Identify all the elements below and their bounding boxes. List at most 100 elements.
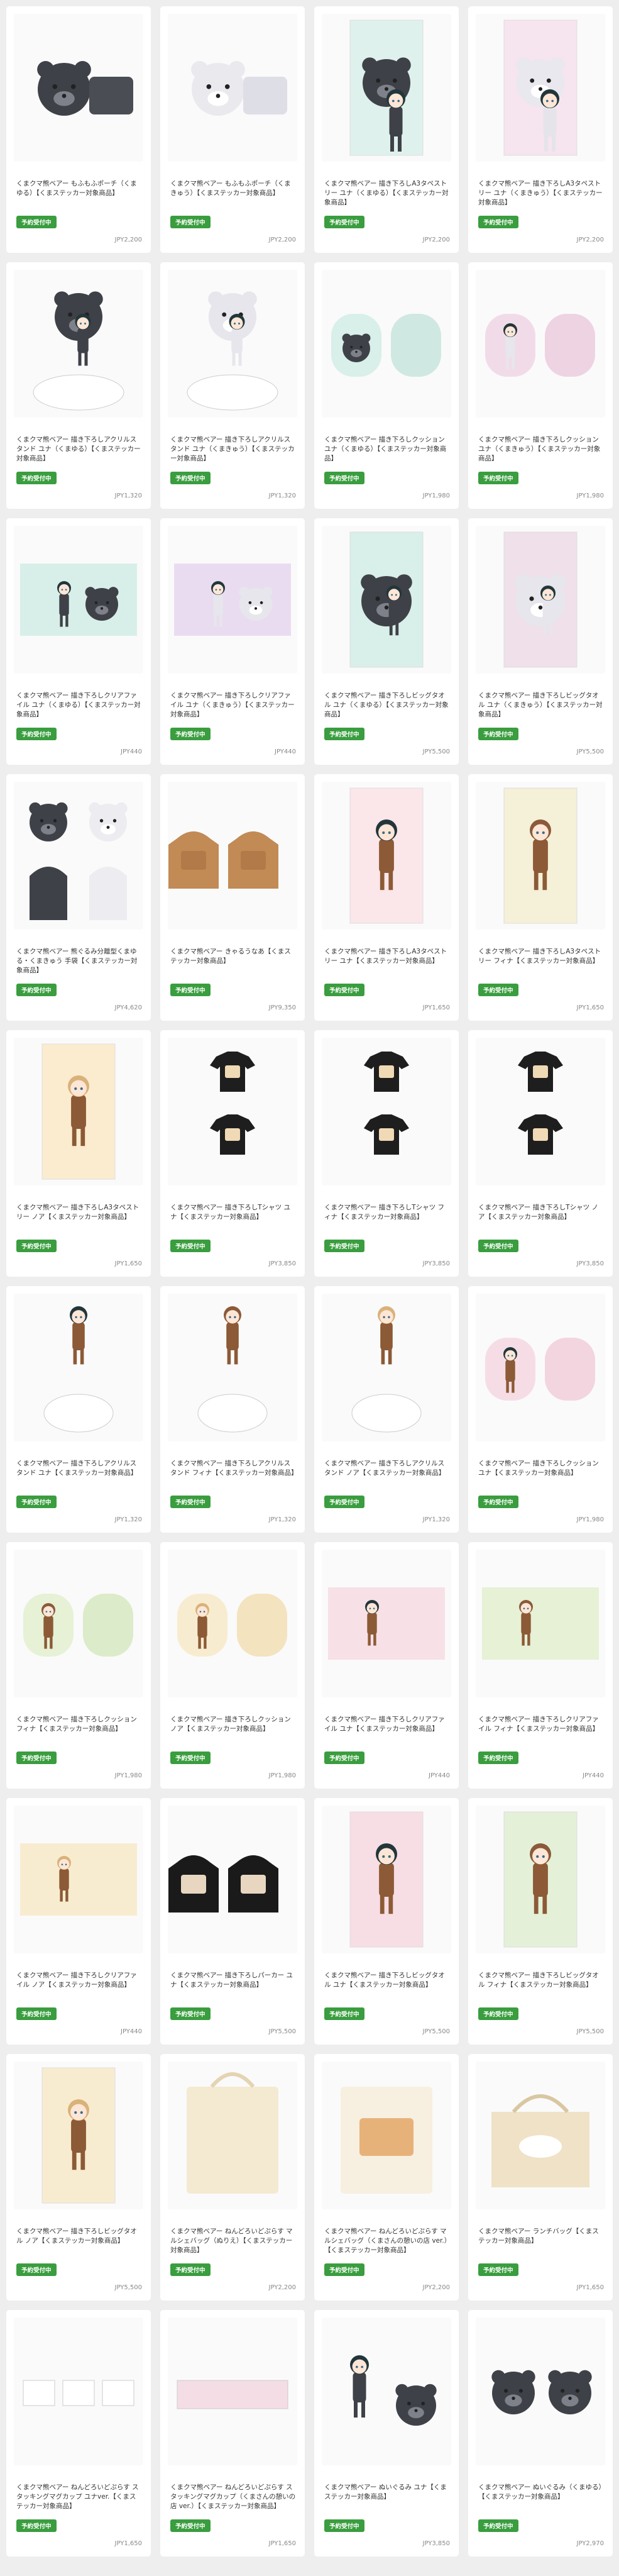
product-image[interactable] (168, 782, 297, 930)
product-card[interactable]: くまクマ熊ベアー 描き下ろしTシャツ フィナ【くまステッカー対象商品】 予約受付中… (314, 1030, 459, 1277)
product-image[interactable] (168, 270, 297, 418)
product-image[interactable] (476, 14, 605, 162)
product-title[interactable]: くまクマ熊ベアー 描き下ろしクリアファイル フィナ【くまステッカー対象商品】 (478, 1715, 604, 1734)
product-image[interactable] (168, 2062, 297, 2209)
product-card[interactable]: くまクマ熊ベアー 描き下ろしクリアファイル フィナ【くまステッカー対象商品】 予約… (468, 1542, 613, 1789)
product-card[interactable]: くまクマ熊ベアー 描き下ろしA3タペストリー ユナ【くまステッカー対象商品】 予約… (314, 774, 459, 1021)
product-image[interactable] (14, 1294, 143, 1441)
product-card[interactable]: くまクマ熊ベアー 描き下ろしA3タペストリー ノア【くまステッカー対象商品】 予約… (6, 1030, 151, 1277)
product-title[interactable]: くまクマ熊ベアー きゃるうなあ【くまステッカー対象商品】 (170, 947, 296, 966)
product-image[interactable] (476, 1294, 605, 1441)
product-image[interactable] (168, 1038, 297, 1185)
product-title[interactable]: くまクマ熊ベアー 描き下ろしクリアファイル ノア【くまステッカー対象商品】 (16, 1971, 142, 1990)
product-title[interactable]: くまクマ熊ベアー 描き下ろしアクリルスタンド ユナ（くまきゅう）【くまステッカー… (170, 435, 296, 464)
product-card[interactable]: くまクマ熊ベアー 描き下ろしA3タペストリー ユナ（くまゆる）【くまステッカー対… (314, 6, 459, 253)
product-title[interactable]: くまクマ熊ベアー 描き下ろしクッション ユナ（くまきゅう）【くまステッカー対象商… (478, 435, 604, 464)
product-image[interactable] (476, 526, 605, 674)
product-title[interactable]: くまクマ熊ベアー 描き下ろしTシャツ フィナ【くまステッカー対象商品】 (324, 1203, 450, 1222)
product-title[interactable]: くまクマ熊ベアー ぬいぐるみ ユナ【くまステッカー対象商品】 (324, 2483, 450, 2502)
product-title[interactable]: くまクマ熊ベアー 描き下ろしA3タペストリー フィナ【くまステッカー対象商品】 (478, 947, 604, 966)
product-card[interactable]: くまクマ熊ベアー 描き下ろしTシャツ ノア【くまステッカー対象商品】 予約受付中 J… (468, 1030, 613, 1277)
product-image[interactable] (476, 270, 605, 418)
product-card[interactable]: くまクマ熊ベアー 描き下ろしアクリルスタンド ユナ【くまステッカー対象商品】 予約… (6, 1286, 151, 1533)
product-image[interactable] (14, 2318, 143, 2465)
product-card[interactable]: くまクマ熊ベアー ねんどろいどぷらす スタッキングマグカップ（くまさんの憩いの店… (160, 2310, 305, 2557)
product-card[interactable]: くまクマ熊ベアー 描き下ろしTシャツ ユナ【くまステッカー対象商品】 予約受付中 J… (160, 1030, 305, 1277)
product-card[interactable]: くまクマ熊ベアー ぬいぐるみ（くまゆる）【くまステッカー対象商品】 予約受付中 JP… (468, 2310, 613, 2557)
product-image[interactable] (14, 2062, 143, 2209)
product-title[interactable]: くまクマ熊ベアー 描き下ろしアクリルスタンド ユナ（くまゆる）【くまステッカー対… (16, 435, 142, 464)
product-card[interactable]: くまクマ熊ベアー 描き下ろしクリアファイル ユナ【くまステッカー対象商品】 予約受… (314, 1542, 459, 1789)
product-card[interactable]: くまクマ熊ベアー 描き下ろしクリアファイル ノア【くまステッカー対象商品】 予約受… (6, 1798, 151, 2045)
product-card[interactable]: くまクマ熊ベアー 描き下ろしアクリルスタンド ユナ（くまゆる）【くまステッカー対… (6, 262, 151, 509)
product-card[interactable]: くまクマ熊ベアー ねんどろいどぷらす スタッキングマグカップ ユナver.【くま… (6, 2310, 151, 2557)
product-card[interactable]: くまクマ熊ベアー 描き下ろしパーカー ユナ【くまステッカー対象商品】 予約受付中 J… (160, 1798, 305, 2045)
product-image[interactable] (168, 526, 297, 674)
product-title[interactable]: くまクマ熊ベアー 描き下ろしビッグタオル ユナ【くまステッカー対象商品】 (324, 1971, 450, 1990)
product-image[interactable] (14, 1038, 143, 1185)
product-title[interactable]: くまクマ熊ベアー 描き下ろしTシャツ ノア【くまステッカー対象商品】 (478, 1203, 604, 1222)
product-image[interactable] (322, 1550, 451, 1697)
product-image[interactable] (322, 14, 451, 162)
product-title[interactable]: くまクマ熊ベアー 描き下ろしA3タペストリー ユナ（くまゆる）【くまステッカー対… (324, 179, 450, 208)
product-card[interactable]: くまクマ熊ベアー 描き下ろしビッグタオル ユナ（くまゆる）【くまステッカー対象商… (314, 518, 459, 765)
product-card[interactable]: くまクマ熊ベアー 描き下ろしクッション ノア【くまステッカー対象商品】 予約受付中… (160, 1542, 305, 1789)
product-card[interactable]: くまクマ熊ベアー 描き下ろしアクリルスタンド フィナ【くまステッカー対象商品】予… (160, 1286, 305, 1533)
product-title[interactable]: くまクマ熊ベアー 描き下ろしA3タペストリー ユナ（くまきゅう）【くまステッカー… (478, 179, 604, 208)
product-image[interactable] (476, 1038, 605, 1185)
product-image[interactable] (168, 2318, 297, 2465)
product-image[interactable] (476, 2318, 605, 2465)
product-image[interactable] (476, 1806, 605, 1953)
product-card[interactable]: くまクマ熊ベアー 描き下ろしA3タペストリー フィナ【くまステッカー対象商品】予… (468, 774, 613, 1021)
product-title[interactable]: くまクマ熊ベアー 描き下ろしクッション ノア【くまステッカー対象商品】 (170, 1715, 296, 1734)
product-image[interactable] (168, 1806, 297, 1953)
product-image[interactable] (14, 14, 143, 162)
product-title[interactable]: くまクマ熊ベアー 描き下ろしクッション ユナ【くまステッカー対象商品】 (478, 1459, 604, 1478)
product-title[interactable]: くまクマ熊ベアー 描き下ろしアクリルスタンド ユナ【くまステッカー対象商品】 (16, 1459, 142, 1478)
product-title[interactable]: くまクマ熊ベアー ねんどろいどぷらす スタッキングマグカップ ユナver.【くま… (16, 2483, 142, 2511)
product-card[interactable]: くまクマ熊ベアー 描き下ろしアクリルスタンド ノア【くまステッカー対象商品】 予約… (314, 1286, 459, 1533)
product-title[interactable]: くまクマ熊ベアー 描き下ろしクリアファイル ユナ【くまステッカー対象商品】 (324, 1715, 450, 1734)
product-image[interactable] (322, 782, 451, 930)
product-image[interactable] (168, 1294, 297, 1441)
product-card[interactable]: くまクマ熊ベアー 描き下ろしクッション ユナ（くまきゅう）【くまステッカー対象商… (468, 262, 613, 509)
product-card[interactable]: くまクマ熊ベアー 描き下ろしクッション ユナ【くまステッカー対象商品】 予約受付中… (468, 1286, 613, 1533)
product-card[interactable]: くまクマ熊ベアー 描き下ろしビッグタオル ノア【くまステッカー対象商品】 予約受付… (6, 2054, 151, 2301)
product-card[interactable]: くまクマ熊ベアー きゃるうなあ【くまステッカー対象商品】 予約受付中 JPY9,35… (160, 774, 305, 1021)
product-card[interactable]: くまクマ熊ベアー 描き下ろしクリアファイル ユナ（くまきゅう）【くまステッカー対… (160, 518, 305, 765)
product-card[interactable]: くまクマ熊ベアー ぬいぐるみ ユナ【くまステッカー対象商品】 予約受付中 JPY3,… (314, 2310, 459, 2557)
product-card[interactable]: くまクマ熊ベアー 描き下ろしビッグタオル ユナ（くまきゅう）【くまステッカー対象… (468, 518, 613, 765)
product-card[interactable]: くまクマ熊ベアー ねんどろいどぷらす マルシェバッグ（くまさんの憩いの店 ver… (314, 2054, 459, 2301)
product-card[interactable]: くまクマ熊ベアー 描き下ろしビッグタオル フィナ【くまステッカー対象商品】 予約受… (468, 1798, 613, 2045)
product-image[interactable] (322, 270, 451, 418)
product-image[interactable] (476, 782, 605, 930)
product-title[interactable]: くまクマ熊ベアー もふもふポーチ（くまきゅう）【くまステッカー対象商品】 (170, 179, 296, 198)
product-card[interactable]: くまクマ熊ベアー ランチバッグ【くまステッカー対象商品】 予約受付中 JPY1,65… (468, 2054, 613, 2301)
product-title[interactable]: くまクマ熊ベアー 描き下ろしパーカー ユナ【くまステッカー対象商品】 (170, 1971, 296, 1990)
product-title[interactable]: くまクマ熊ベアー 描き下ろしクッション フィナ【くまステッカー対象商品】 (16, 1715, 142, 1734)
product-image[interactable] (476, 1550, 605, 1697)
product-card[interactable]: くまクマ熊ベアー もふもふポーチ（くまきゅう）【くまステッカー対象商品】 予約受付… (160, 6, 305, 253)
product-image[interactable] (14, 782, 143, 930)
product-title[interactable]: くまクマ熊ベアー 描き下ろしクリアファイル ユナ（くまゆる）【くまステッカー対象… (16, 691, 142, 719)
product-image[interactable] (14, 526, 143, 674)
product-card[interactable]: くまクマ熊ベアー ねんどろいどぷらす マルシェバッグ（ぬりえ）【くまステッカー対… (160, 2054, 305, 2301)
product-image[interactable] (322, 1038, 451, 1185)
product-title[interactable]: くまクマ熊ベアー 描き下ろしクッション ユナ（くまゆる）【くまステッカー対象商品… (324, 435, 450, 464)
product-title[interactable]: くまクマ熊ベアー 描き下ろしクリアファイル ユナ（くまきゅう）【くまステッカー対… (170, 691, 296, 719)
product-image[interactable] (476, 2062, 605, 2209)
product-title[interactable]: くまクマ熊ベアー 描き下ろしビッグタオル ユナ（くまきゅう）【くまステッカー対象… (478, 691, 604, 719)
product-title[interactable]: くまクマ熊ベアー ぬいぐるみ（くまゆる）【くまステッカー対象商品】 (478, 2483, 604, 2502)
product-card[interactable]: くまクマ熊ベアー 描き下ろしアクリルスタンド ユナ（くまきゅう）【くまステッカー… (160, 262, 305, 509)
product-image[interactable] (168, 1550, 297, 1697)
product-card[interactable]: くまクマ熊ベアー もふもふポーチ（くまゆる）【くまステッカー対象商品】 予約受付中… (6, 6, 151, 253)
product-title[interactable]: くまクマ熊ベアー 描き下ろしアクリルスタンド ノア【くまステッカー対象商品】 (324, 1459, 450, 1478)
product-card[interactable]: くまクマ熊ベアー 描き下ろしクッション フィナ【くまステッカー対象商品】 予約受付… (6, 1542, 151, 1789)
product-image[interactable] (14, 270, 143, 418)
product-image[interactable] (168, 14, 297, 162)
product-image[interactable] (14, 1550, 143, 1697)
product-image[interactable] (322, 1806, 451, 1953)
product-title[interactable]: くまクマ熊ベアー ねんどろいどぷらす マルシェバッグ（くまさんの憩いの店 ver… (324, 2227, 450, 2255)
product-title[interactable]: くまクマ熊ベアー 熊ぐるみ分離型くまゆる・くまきゅう 手袋【くまステッカー対象商… (16, 947, 142, 975)
product-title[interactable]: くまクマ熊ベアー 描き下ろしTシャツ ユナ【くまステッカー対象商品】 (170, 1203, 296, 1222)
